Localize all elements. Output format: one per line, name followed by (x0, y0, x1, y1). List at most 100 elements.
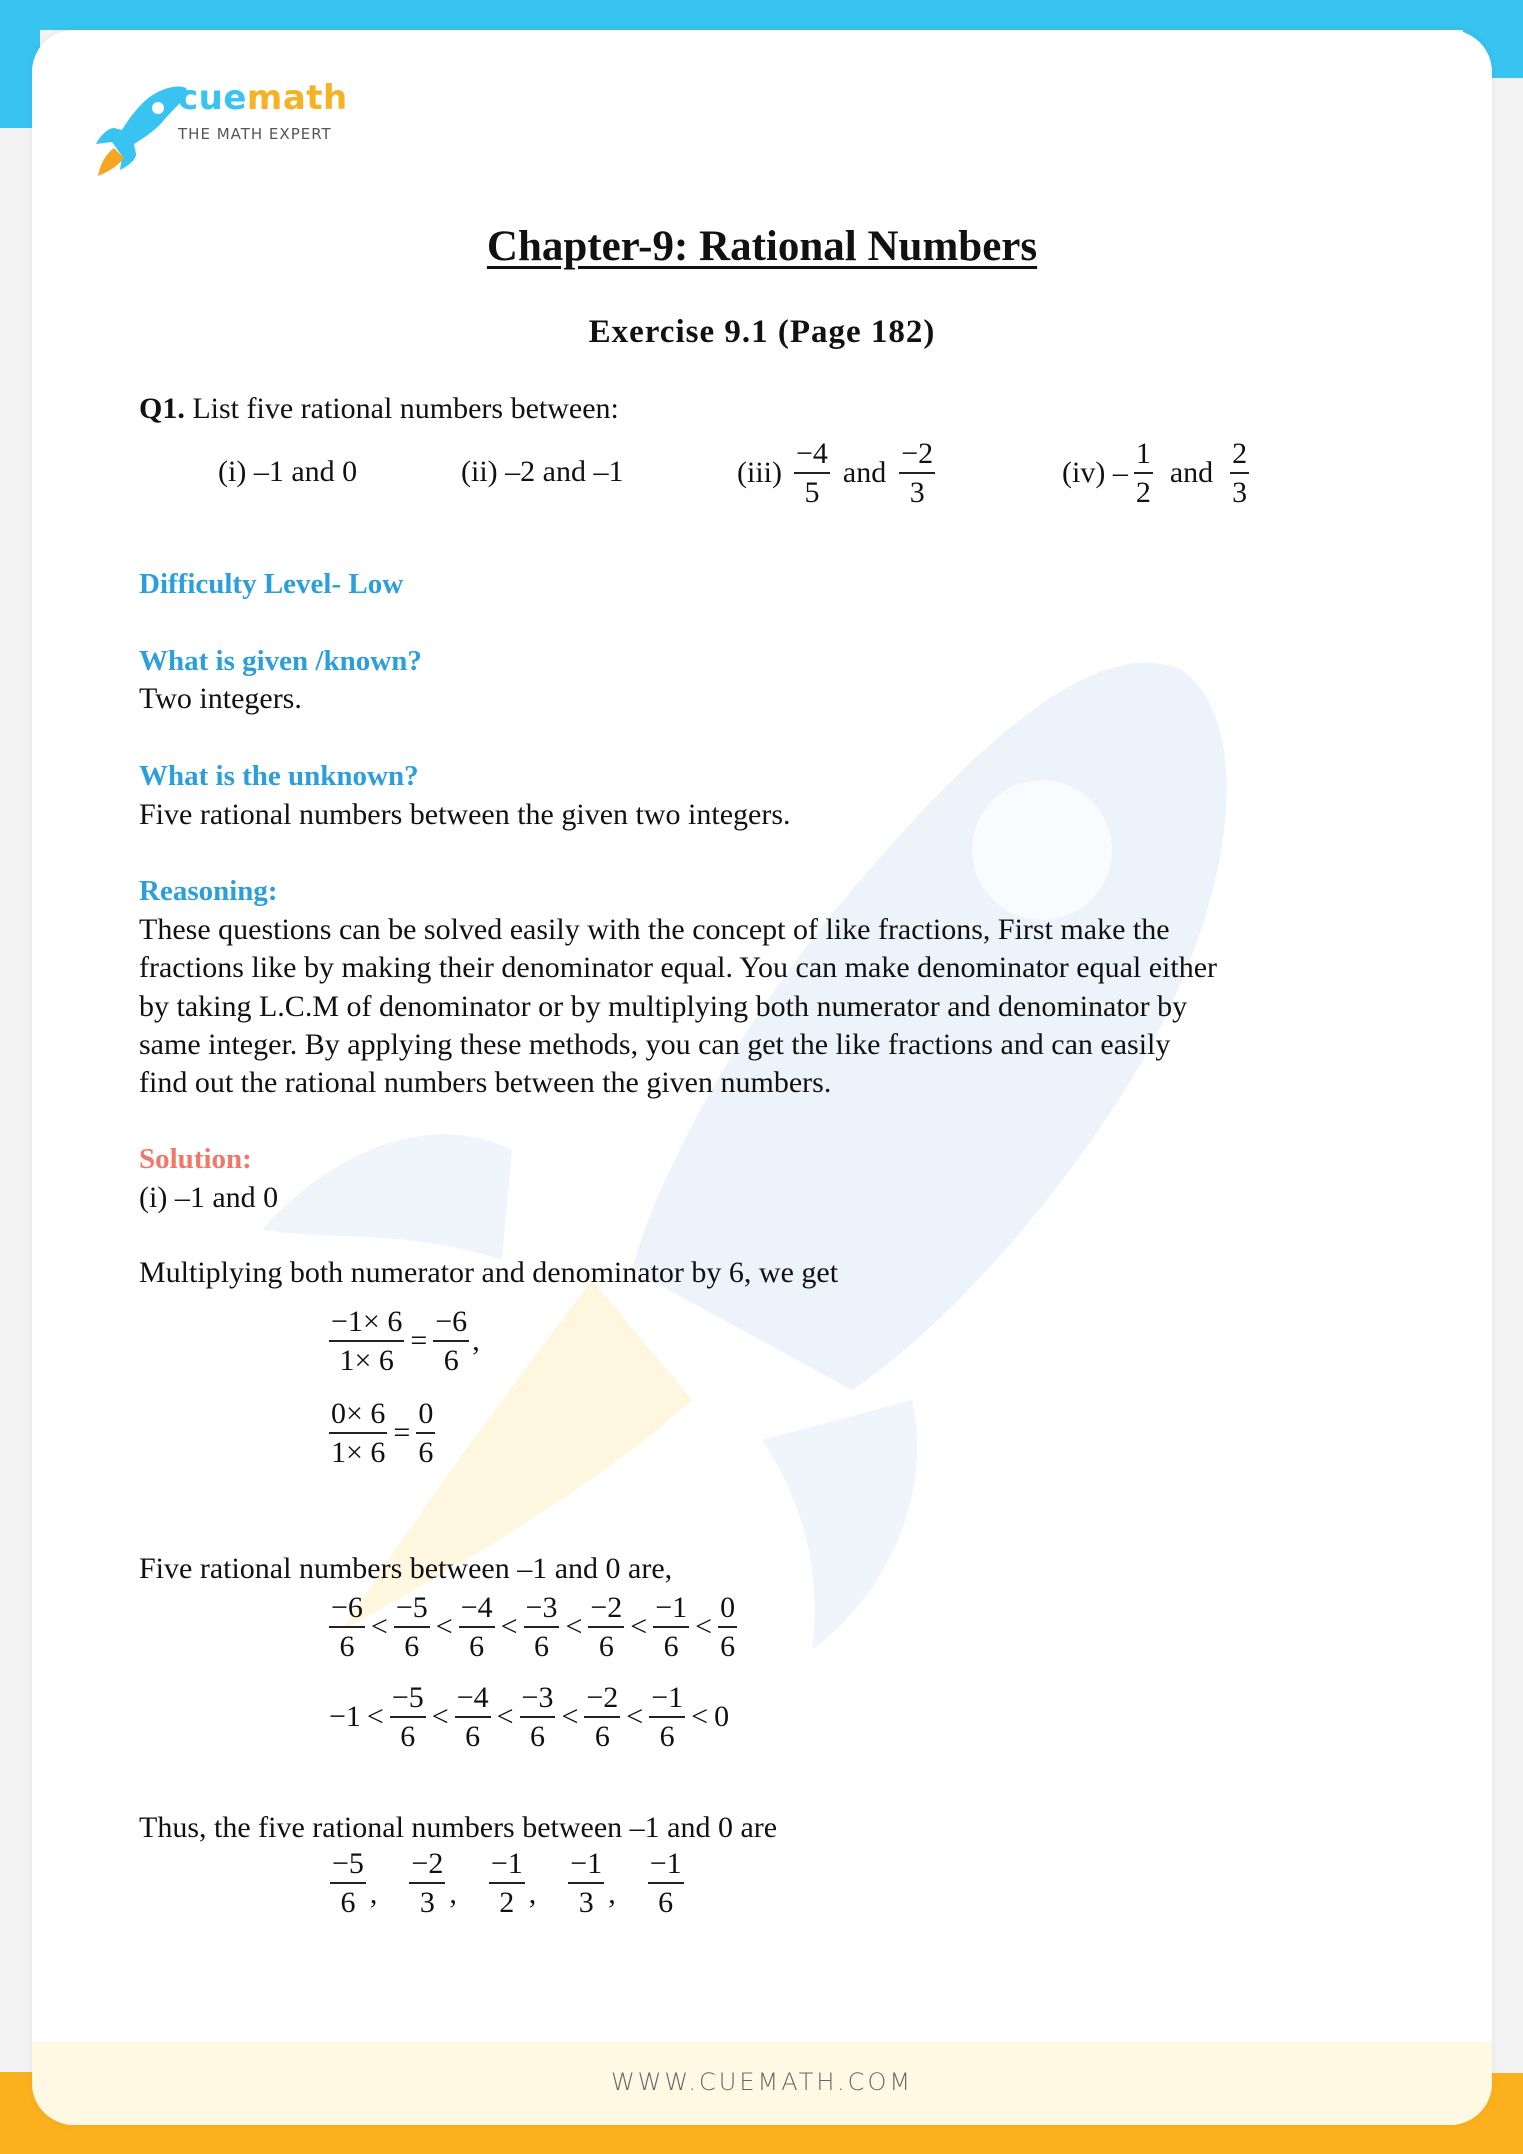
less-than-sign: < (370, 1610, 388, 1643)
denominator: 6 (469, 1629, 485, 1663)
reasoning-line: These questions can be solved easily wit… (139, 913, 1170, 946)
less-than-sign: < (496, 1700, 514, 1733)
fraction: 06 (416, 1398, 436, 1469)
less-than-sign: < (565, 1610, 583, 1643)
fraction: −6 6 (329, 1592, 365, 1662)
solution-step-text: Five rational numbers between –1 and 0 a… (139, 1552, 673, 1585)
denominator: 2 (499, 1885, 515, 1919)
less-than-sign: < (561, 1700, 579, 1733)
equation-2: 0× 6 1× 6 = 06 (326, 1398, 438, 1468)
and-word: and (842, 456, 887, 489)
brand-name: cuemath (178, 78, 348, 118)
fraction: 06 (718, 1592, 738, 1662)
question-label: Q1. (139, 392, 185, 425)
comma: , (472, 1324, 480, 1357)
page-title-text: Chapter-9: Rational Numbers (486, 223, 1038, 270)
fraction: −1 2 (488, 1848, 525, 1919)
numerator: −6 (329, 1592, 365, 1628)
difficulty-level: Difficulty Level- Low (139, 568, 404, 600)
numerator: −5 (389, 1682, 426, 1718)
fraction: −4 5 (794, 438, 830, 508)
equals-sign: = (393, 1416, 411, 1449)
reasoning-line: same integer. By applying these methods,… (139, 1028, 1171, 1061)
chain-start-value: −1 (329, 1700, 361, 1733)
comma: , (528, 1877, 537, 1910)
numerator: −5 (330, 1848, 366, 1884)
brand-name-cue: cue (178, 78, 247, 118)
numerator: −2 (899, 438, 936, 474)
less-than-sign: < (366, 1700, 384, 1733)
unknown-text: Five rational numbers between the given … (139, 798, 791, 831)
solution-heading: Solution: (139, 1143, 252, 1175)
denominator: 6 (404, 1629, 420, 1663)
fraction: −1 6 (653, 1592, 690, 1662)
top-brand-band (0, 0, 1523, 30)
denominator: 3 (909, 475, 925, 509)
fraction: −5 6 (330, 1848, 366, 1918)
exercise-subtitle: Exercise 9.1 (Page 182) (588, 314, 936, 350)
numerator: −2 (588, 1592, 625, 1628)
denominator: 3 (1232, 475, 1248, 509)
part-iv-label: (iv) – (1062, 456, 1128, 489)
denominator: 6 (443, 1343, 459, 1377)
denominator: 6 (400, 1719, 416, 1753)
fraction: −3 6 (523, 1592, 560, 1663)
question-part-i: (i) –1 and 0 (218, 455, 358, 488)
numerator: −3 (523, 1592, 560, 1628)
fraction: 12 (1133, 438, 1153, 508)
numerator: −1 (647, 1848, 684, 1884)
conclusion-text: Thus, the five rational numbers between … (139, 1811, 778, 1844)
numerator: 2 (1230, 438, 1250, 474)
numerator: −2 (584, 1682, 621, 1718)
chain-end-value: 0 (714, 1700, 730, 1733)
question-part-ii: (ii) –2 and –1 (461, 455, 624, 488)
question-part-iv: (iv) – 12 and 23 (1062, 438, 1252, 508)
numerator: −1 (649, 1682, 686, 1718)
denominator: 6 (418, 1435, 434, 1469)
answer-list: −5 6, −2 3, −1 2, −1 3, −1 6 (326, 1848, 688, 1918)
less-than-sign: < (431, 1700, 449, 1733)
denominator: 3 (419, 1885, 435, 1919)
brand-tagline: THE MATH EXPERT (178, 125, 332, 143)
page-card: cuemath THE MATH EXPERT Chapter-9: Ratio… (32, 30, 1492, 2125)
given-text: Two integers. (139, 682, 302, 715)
denominator: 1× 6 (339, 1343, 394, 1377)
denominator: 6 (659, 1719, 675, 1753)
numerator: −1 (653, 1592, 690, 1628)
fraction: −5 6 (393, 1592, 430, 1663)
reasoning-line: fractions like by making their denominat… (139, 951, 1218, 984)
fraction: −1 3 (568, 1848, 605, 1919)
denominator: 6 (529, 1719, 545, 1753)
numerator: 0× 6 (329, 1398, 388, 1434)
numerator: 0 (718, 1592, 738, 1628)
denominator: 6 (533, 1629, 549, 1663)
less-than-sign: < (626, 1700, 644, 1733)
less-than-sign: < (695, 1610, 713, 1643)
inequality-chain-1: −6 6 < −5 6 < −4 6 < −3 6 < −2 6 < −1 6 <0 6 (326, 1592, 740, 1662)
denominator: 3 (578, 1885, 594, 1919)
fraction: −2 6 (588, 1592, 625, 1662)
given-heading: What is given /known? (139, 645, 422, 677)
numerator: −5 (393, 1592, 430, 1628)
numerator: −4 (454, 1682, 491, 1718)
question-line: Q1. List five rational numbers between: (139, 392, 619, 426)
equals-sign: = (410, 1324, 428, 1357)
fraction: −4 6 (458, 1592, 495, 1663)
denominator: 6 (340, 1885, 356, 1919)
fraction: 0× 6 1× 6 (329, 1398, 388, 1469)
inequality-chain-2: −1 < −5 6 < −4 6 < −3 6 < −2 6 < −1 6 <0 (326, 1682, 732, 1752)
denominator: 6 (594, 1719, 610, 1753)
unknown-heading: What is the unknown? (139, 760, 419, 792)
fraction: −1 6 (647, 1848, 684, 1918)
denominator: 1× 6 (331, 1435, 386, 1469)
numerator: −1 (568, 1848, 605, 1884)
denominator: 6 (465, 1719, 481, 1753)
reasoning-line: find out the rational numbers between th… (139, 1066, 832, 1099)
numerator: −1× 6 (329, 1306, 405, 1342)
denominator: 5 (804, 475, 820, 509)
fraction: −5 6 (389, 1682, 426, 1753)
fraction: −4 6 (454, 1682, 491, 1753)
numerator: 1 (1133, 438, 1153, 474)
fraction: −1× 6 1× 6 (329, 1306, 405, 1377)
question-part-iii: (iii) −4 5 and −2 3 (737, 438, 938, 508)
